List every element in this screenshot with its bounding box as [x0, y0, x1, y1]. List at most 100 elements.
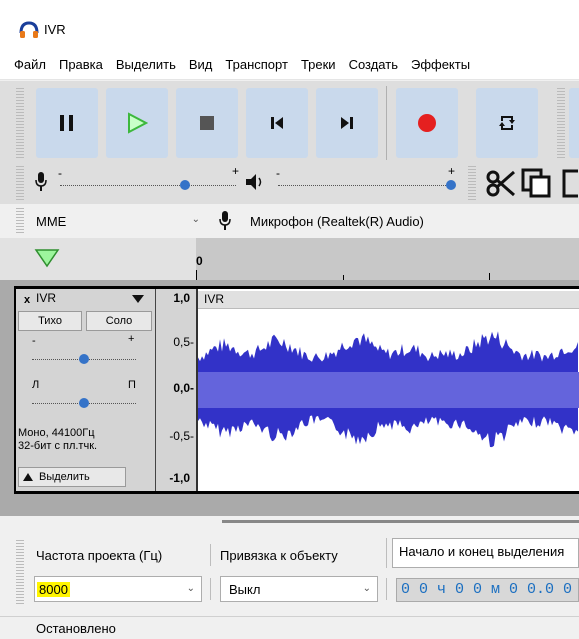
copy-icon[interactable] — [521, 168, 551, 198]
select-track-button[interactable]: Выделить — [18, 467, 126, 487]
play-volume-max: + — [448, 164, 456, 178]
selection-range-select[interactable]: Начало и конец выделения — [392, 538, 579, 568]
ruler-tick — [196, 270, 197, 280]
menu-effects[interactable]: Эффекты — [411, 57, 470, 72]
time-ruler[interactable]: 0 — [196, 238, 579, 280]
skip-to-start-button[interactable] — [246, 88, 308, 158]
mixer-grip[interactable] — [16, 166, 24, 200]
menu-transport[interactable]: Транспорт — [225, 57, 288, 72]
project-rate-label: Частота проекта (Гц) — [36, 548, 163, 563]
separator — [386, 538, 387, 568]
cut-icon[interactable] — [486, 168, 516, 198]
track-info-bits: 32-бит с пл.тчк. — [18, 440, 98, 452]
microphone-icon — [219, 211, 231, 230]
play-volume-slider[interactable] — [278, 185, 450, 186]
status-text: Остановлено — [36, 621, 116, 636]
skip-to-start-icon — [271, 117, 283, 129]
waveform-panel[interactable] — [196, 289, 579, 491]
scale-0-5: 0,5- — [173, 335, 194, 349]
horizontal-scrollbar[interactable] — [222, 520, 579, 523]
separator — [210, 578, 211, 600]
selection-start-time[interactable]: 0 0 ч 0 0 м 0 0.0 0 0 — [396, 578, 579, 602]
menu-generate[interactable]: Создать — [349, 57, 398, 72]
recording-device-value: Микрофон (Realtek(R) Audio) — [250, 213, 424, 229]
toolbar-separator — [386, 86, 387, 160]
project-rate-value[interactable]: 8000 — [37, 581, 70, 597]
menu-bar: Файл Правка Выделить Вид Транспорт Треки… — [0, 50, 579, 80]
skip-to-end-button[interactable] — [316, 88, 378, 158]
edit-grip[interactable] — [468, 166, 476, 200]
tools-toolbar-partial[interactable] — [569, 88, 579, 158]
record-volume-thumb[interactable] — [180, 180, 190, 190]
toolbar-grip-2[interactable] — [557, 88, 565, 158]
mixer-toolbar: - + - + — [0, 162, 579, 204]
audio-host-value: MME — [36, 213, 67, 229]
scale-0: 0,0- — [173, 381, 194, 395]
collapse-up-icon — [23, 473, 33, 481]
play-button[interactable] — [106, 88, 168, 158]
paste-icon[interactable] — [558, 168, 579, 198]
close-track-button[interactable]: x — [18, 290, 36, 310]
scale-minus-1: -1,0 — [169, 471, 190, 485]
menu-view[interactable]: Вид — [189, 57, 213, 72]
track-name[interactable]: IVR — [36, 291, 56, 305]
play-volume-min: - — [276, 166, 280, 180]
track-menu-chevron-icon[interactable] — [132, 295, 144, 303]
pan-left-label: Л — [32, 379, 40, 391]
menu-file[interactable]: Файл — [14, 57, 46, 72]
menu-tracks[interactable]: Треки — [301, 57, 336, 72]
track-info-format: Моно, 44100Гц — [18, 427, 95, 439]
loop-icon — [499, 116, 515, 130]
waveform-rms — [198, 372, 579, 408]
project-rate-select[interactable]: 8000 ⌄ — [34, 576, 202, 602]
separator — [386, 578, 387, 600]
separator — [210, 544, 211, 566]
menu-edit[interactable]: Правка — [59, 57, 103, 72]
stop-button[interactable] — [176, 88, 238, 158]
snap-select[interactable]: Выкл ⌄ — [220, 576, 378, 602]
pan-right-label: П — [128, 379, 136, 391]
device-toolbar: MME ⌄ Микрофон (Realtek(R) Audio) — [0, 204, 579, 238]
scale-minus-0-5: -0,5- — [169, 429, 194, 443]
play-volume-thumb[interactable] — [446, 180, 456, 190]
device-grip[interactable] — [16, 208, 24, 234]
toolbar-grip[interactable] — [16, 88, 24, 158]
record-icon — [418, 114, 436, 132]
menu-select[interactable]: Выделить — [116, 57, 176, 72]
gain-thumb[interactable] — [79, 354, 89, 364]
skip-to-end-icon — [341, 117, 353, 129]
ruler-zero: 0 — [196, 254, 203, 268]
pan-thumb[interactable] — [79, 398, 89, 408]
start-time-value: 0 0 ч 0 0 м 0 0.0 0 0 — [401, 581, 579, 598]
play-head-icon[interactable] — [34, 247, 60, 269]
solo-button[interactable]: Соло — [86, 311, 152, 331]
timeline: 0 — [0, 238, 579, 280]
record-volume-max: + — [232, 164, 240, 178]
loop-button[interactable] — [476, 88, 538, 158]
record-volume-slider[interactable] — [60, 185, 236, 186]
title-bar: IVR — [0, 0, 579, 50]
mute-button[interactable]: Тихо — [18, 311, 82, 331]
clip-header[interactable]: IVR — [198, 291, 579, 309]
gain-min: - — [32, 335, 36, 347]
record-button[interactable] — [396, 88, 458, 158]
stop-icon — [200, 116, 214, 130]
chevron-down-icon: ⌄ — [186, 583, 195, 594]
play-icon — [128, 112, 148, 134]
audio-host-select[interactable]: MME ⌄ — [28, 208, 206, 234]
selection-range-value: Начало и конец выделения — [399, 544, 565, 559]
vertical-ruler: 1,0 0,5- 0,0- -0,5- -1,0 — [155, 289, 196, 491]
timeline-left — [0, 238, 196, 280]
snap-to-label: Привязка к объекту — [220, 548, 338, 563]
snap-value: Выкл — [229, 581, 261, 597]
ruler-tick — [489, 273, 490, 280]
clip-name: IVR — [204, 292, 225, 306]
record-volume-min: - — [58, 166, 62, 180]
pause-icon — [60, 115, 73, 131]
selection-grip[interactable] — [16, 540, 24, 606]
pause-button[interactable] — [36, 88, 98, 158]
scale-1: 1,0 — [173, 291, 190, 305]
waveform — [198, 331, 579, 448]
recording-device-select[interactable]: Микрофон (Realtek(R) Audio) — [244, 208, 579, 234]
chevron-down-icon: ⌄ — [191, 214, 200, 225]
